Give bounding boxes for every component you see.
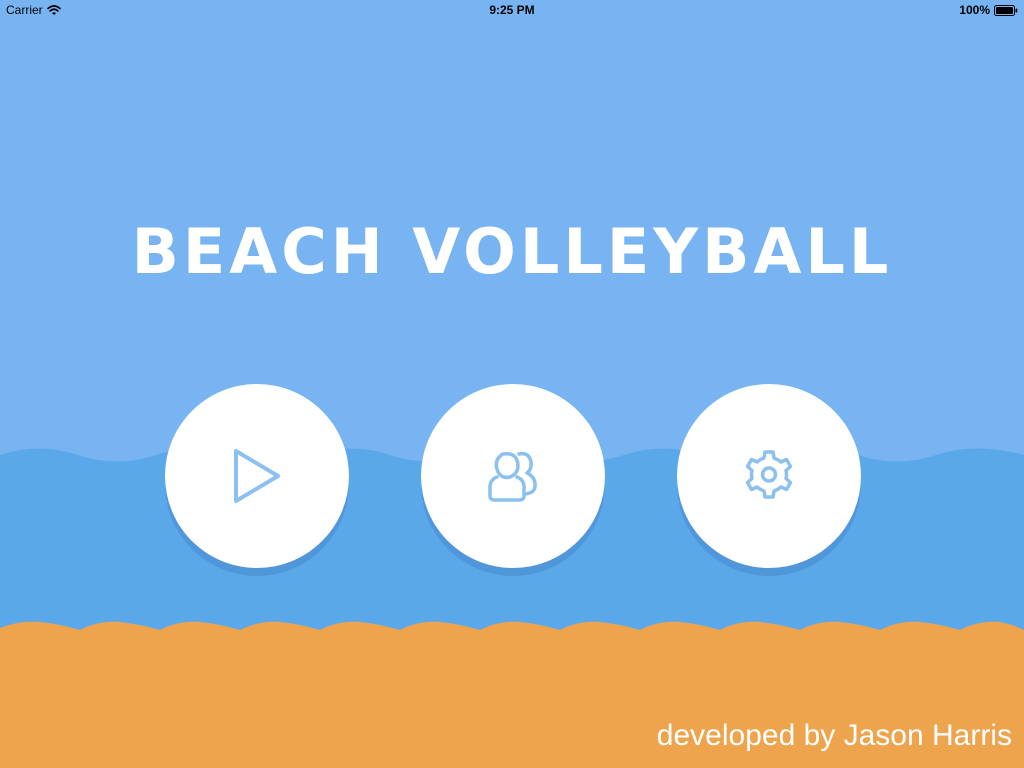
settings-button[interactable]	[677, 384, 861, 568]
multiplayer-icon	[488, 451, 537, 502]
gear-icon	[745, 450, 793, 499]
game-title: Beach Volleyball	[131, 215, 893, 288]
developer-credit: developed by Jason Harris	[656, 719, 1012, 752]
status-time: 9:25 PM	[489, 3, 535, 17]
battery-icon	[994, 4, 1018, 16]
battery-percent: 100%	[959, 3, 990, 17]
play-button[interactable]	[165, 384, 349, 568]
multiplayer-button[interactable]	[421, 384, 605, 568]
status-bar: Carrier 9:25 PM 100%	[0, 0, 1024, 20]
play-icon	[234, 449, 280, 503]
status-right: 100%	[959, 3, 1018, 17]
